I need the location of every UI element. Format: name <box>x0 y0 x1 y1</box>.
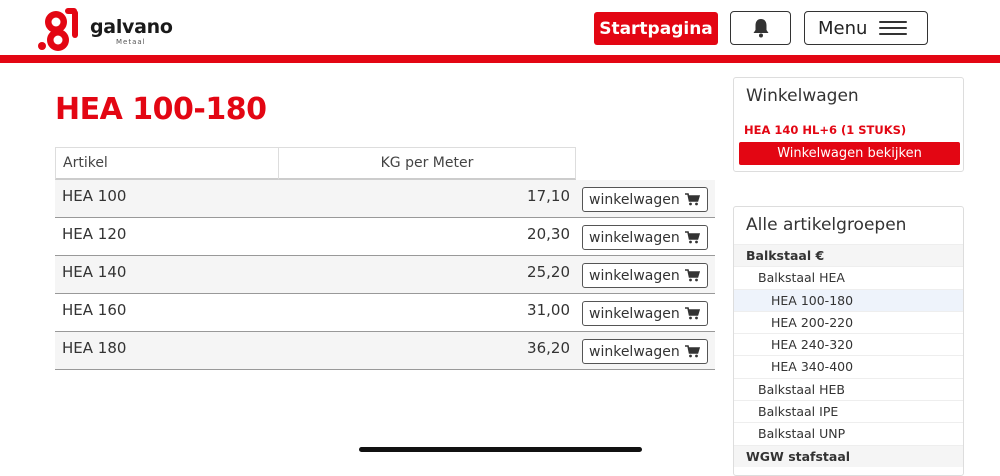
notifications-button[interactable] <box>730 11 791 45</box>
cart-button-label: winkelwagen <box>589 267 680 284</box>
startpagina-button[interactable]: Startpagina <box>594 12 718 45</box>
page-title: HEA 100-180 <box>55 92 267 127</box>
table-row: HEA 140 25,20 winkelwagen <box>55 256 715 294</box>
add-to-cart-button[interactable]: winkelwagen <box>582 339 708 364</box>
cart-icon <box>685 307 700 320</box>
group-item-hea-340-400[interactable]: HEA 340-400 <box>734 355 963 377</box>
product-table: Artikel KG per Meter HEA 100 17,10 winke… <box>55 147 715 370</box>
cart-icon <box>685 193 700 206</box>
galvano-logo-icon <box>38 8 78 51</box>
product-groups-title: Alle artikelgroepen <box>746 215 907 235</box>
logo-subtext: Metaal <box>116 38 146 46</box>
view-cart-button[interactable]: Winkelwagen bekijken <box>739 142 960 165</box>
cart-panel: Winkelwagen HEA 140 HL+6 (1 STUKS) Winke… <box>733 77 964 172</box>
table-row: HEA 120 20,30 winkelwagen <box>55 218 715 256</box>
article-name: HEA 140 <box>62 263 127 281</box>
group-item-wgw-stafstaal[interactable]: WGW stafstaal <box>734 445 963 467</box>
group-item-balkstaal[interactable]: Balkstaal € <box>734 244 963 266</box>
cart-item[interactable]: HEA 140 HL+6 (1 STUKS) <box>744 123 906 137</box>
header-accent-bar <box>0 55 1000 63</box>
product-groups-panel: Alle artikelgroepen Balkstaal € Balkstaa… <box>733 206 964 476</box>
table-row: HEA 160 31,00 winkelwagen <box>55 294 715 332</box>
cart-button-label: winkelwagen <box>589 191 680 208</box>
group-item-balkstaal-hea[interactable]: Balkstaal HEA <box>734 266 963 288</box>
cart-button-label: winkelwagen <box>589 305 680 322</box>
article-name: HEA 160 <box>62 301 127 319</box>
logo-wordmark: galvano <box>90 16 173 38</box>
cart-icon <box>685 231 700 244</box>
menu-label: Menu <box>818 17 868 39</box>
article-name: HEA 120 <box>62 225 127 243</box>
kg-per-meter-value: 20,30 <box>527 225 570 243</box>
bell-icon <box>753 19 768 38</box>
hamburger-icon <box>879 21 907 35</box>
cart-icon <box>685 345 700 358</box>
group-item-hea-200-220[interactable]: HEA 200-220 <box>734 311 963 333</box>
add-to-cart-button[interactable]: winkelwagen <box>582 263 708 288</box>
table-row: HEA 180 36,20 winkelwagen <box>55 332 715 370</box>
kg-per-meter-value: 17,10 <box>527 187 570 205</box>
kg-per-meter-value: 31,00 <box>527 301 570 319</box>
column-header-artikel: Artikel <box>55 147 279 180</box>
site-header: galvano Metaal Startpagina Menu <box>0 0 1000 55</box>
group-item-balkstaal-ipe[interactable]: Balkstaal IPE <box>734 400 963 422</box>
kg-per-meter-value: 36,20 <box>527 339 570 357</box>
group-item-hea-100-180[interactable]: HEA 100-180 <box>734 289 963 311</box>
table-header: Artikel KG per Meter <box>55 147 715 180</box>
home-indicator[interactable] <box>359 447 642 452</box>
add-to-cart-button[interactable]: winkelwagen <box>582 301 708 326</box>
cart-button-label: winkelwagen <box>589 229 680 246</box>
add-to-cart-button[interactable]: winkelwagen <box>582 225 708 250</box>
add-to-cart-button[interactable]: winkelwagen <box>582 187 708 212</box>
group-item-hea-240-320[interactable]: HEA 240-320 <box>734 333 963 355</box>
group-item-balkstaal-heb[interactable]: Balkstaal HEB <box>734 378 963 400</box>
column-header-kg-per-meter: KG per Meter <box>278 147 576 180</box>
article-name: HEA 180 <box>62 339 127 357</box>
cart-button-label: winkelwagen <box>589 343 680 360</box>
kg-per-meter-value: 25,20 <box>527 263 570 281</box>
menu-button[interactable]: Menu <box>804 11 928 45</box>
table-row: HEA 100 17,10 winkelwagen <box>55 180 715 218</box>
article-name: HEA 100 <box>62 187 127 205</box>
galvano-logo[interactable]: galvano Metaal <box>36 6 196 54</box>
cart-icon <box>685 269 700 282</box>
cart-panel-title: Winkelwagen <box>746 86 859 106</box>
group-item-balkstaal-unp[interactable]: Balkstaal UNP <box>734 422 963 444</box>
